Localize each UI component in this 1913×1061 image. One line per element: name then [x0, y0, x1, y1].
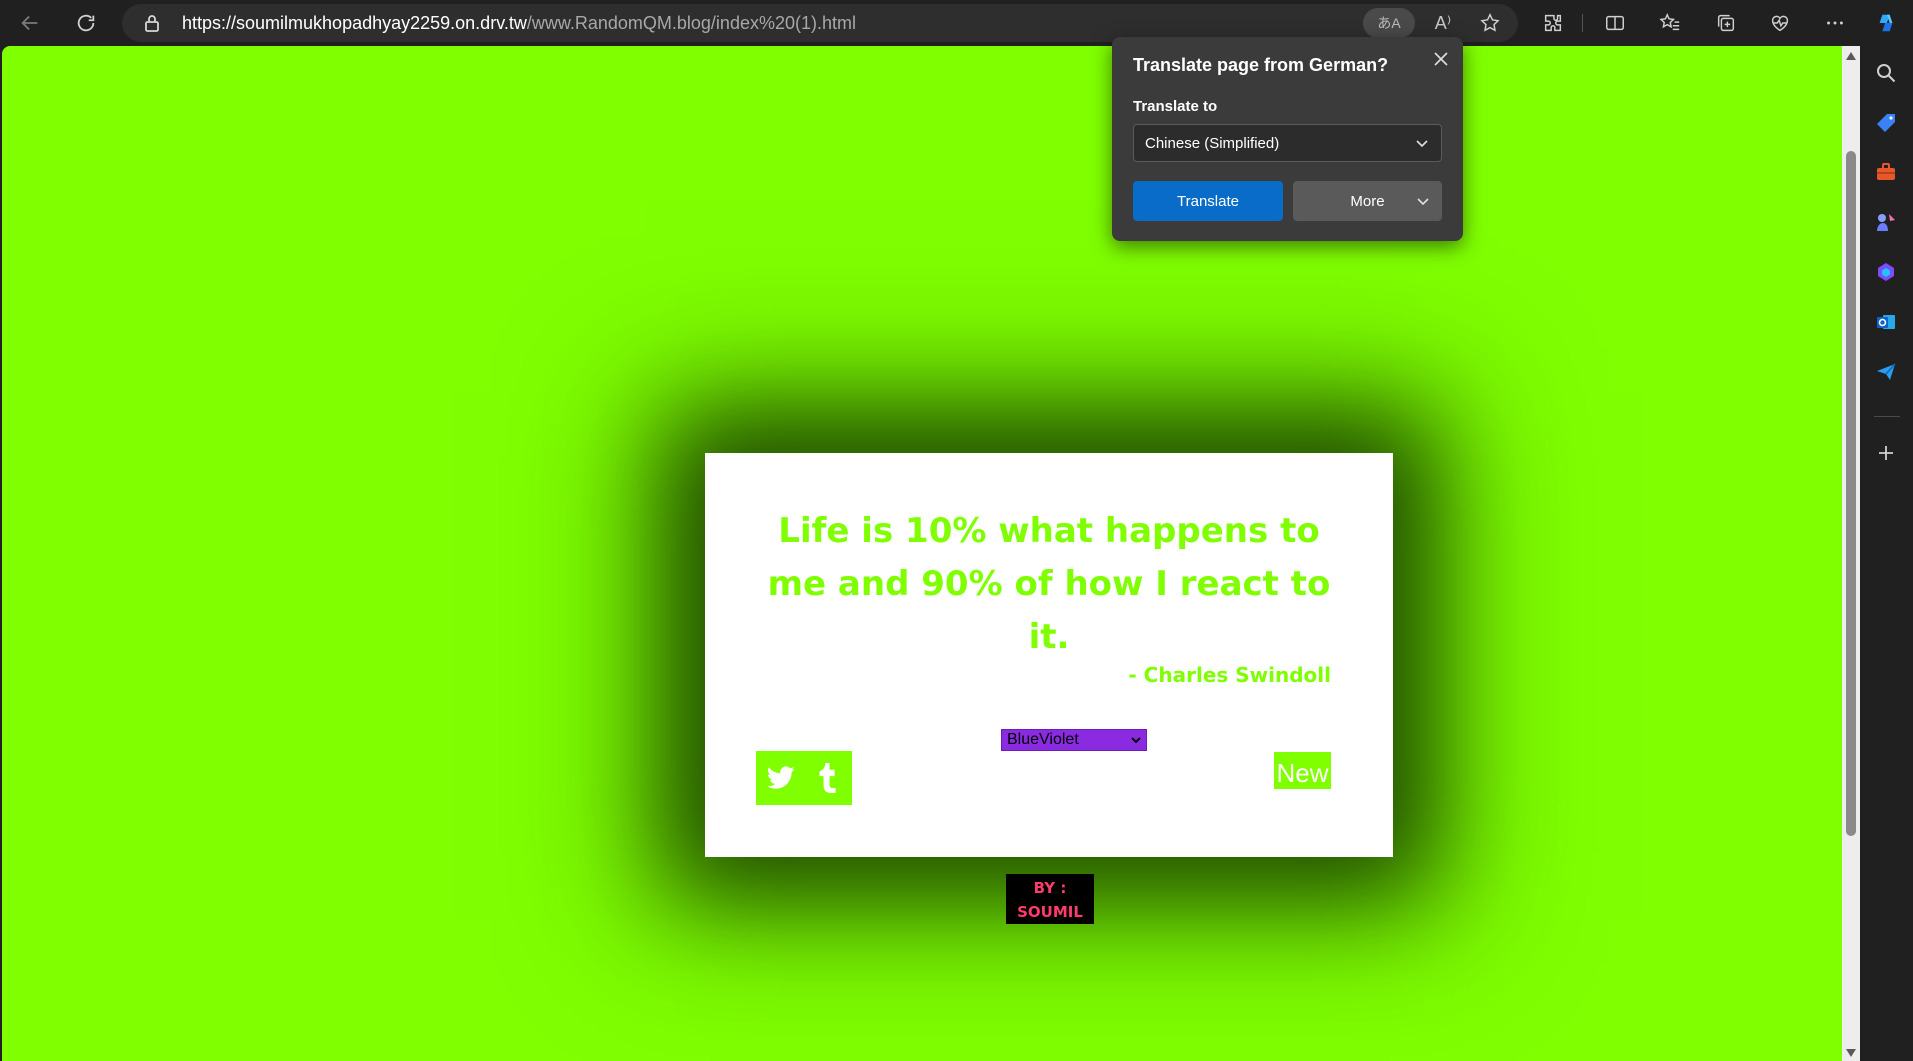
byline-line-2: SOUMIL — [1017, 903, 1083, 921]
color-select[interactable]: BlueViolet — [1001, 729, 1147, 751]
translate-popup: Translate page from German? Translate to… — [1112, 37, 1463, 241]
translate-button[interactable]: Translate — [1133, 181, 1283, 221]
collections-icon[interactable] — [1708, 5, 1744, 41]
quote-box: Life is 10% what happens to me and 90% o… — [705, 453, 1393, 857]
extensions-icon[interactable] — [1535, 5, 1571, 41]
shopping-tag-icon[interactable] — [1873, 110, 1899, 136]
translate-icon[interactable]: あA — [1363, 8, 1415, 38]
refresh-icon[interactable] — [68, 5, 104, 41]
toolbar-divider — [1582, 14, 1583, 32]
twitter-icon — [767, 766, 795, 789]
color-select-value: BlueViolet — [1007, 731, 1079, 748]
read-aloud-icon[interactable]: A⁾ — [1425, 5, 1461, 41]
search-icon[interactable] — [1873, 60, 1899, 86]
language-select[interactable]: Chinese (Simplified) — [1133, 124, 1442, 162]
new-quote-button[interactable]: New — [1274, 752, 1331, 789]
microsoft-365-icon[interactable] — [1873, 259, 1899, 285]
games-icon[interactable] — [1873, 209, 1899, 235]
page-scrollbar[interactable] — [1842, 46, 1860, 1061]
back-icon[interactable] — [12, 5, 48, 41]
outlook-icon[interactable] — [1873, 309, 1899, 335]
close-icon[interactable] — [1429, 47, 1453, 71]
chevron-down-icon — [1417, 198, 1429, 206]
tools-icon[interactable] — [1873, 159, 1899, 185]
twitter-share-button[interactable] — [756, 751, 806, 805]
favorite-star-icon[interactable] — [1472, 5, 1508, 41]
add-icon[interactable] — [1873, 440, 1899, 466]
quote-text: Life is 10% what happens to me and 90% o… — [767, 511, 1331, 657]
chevron-down-icon — [1131, 737, 1141, 744]
sidebar-divider — [1874, 416, 1900, 417]
scroll-thumb[interactable] — [1846, 151, 1856, 836]
more-button-label: More — [1350, 192, 1385, 210]
lock-icon[interactable] — [142, 13, 162, 33]
favorites-icon[interactable] — [1652, 5, 1688, 41]
more-icon[interactable] — [1817, 5, 1853, 41]
more-button[interactable]: More — [1293, 181, 1442, 221]
send-icon[interactable] — [1873, 359, 1899, 385]
byline: BY : SOUMIL — [1006, 874, 1094, 924]
language-select-value: Chinese (Simplified) — [1145, 134, 1280, 152]
byline-line-1: BY : — [1033, 879, 1067, 897]
tumblr-icon — [819, 763, 836, 793]
scroll-down-arrow-icon[interactable] — [1846, 1049, 1856, 1057]
url-text[interactable]: https://soumilmukhopadhyay2259.on.drv.tw… — [182, 13, 856, 34]
translate-to-label: Translate to — [1133, 98, 1218, 115]
scroll-up-arrow-icon[interactable] — [1846, 52, 1856, 60]
popup-title: Translate page from German? — [1133, 55, 1389, 75]
page-viewport: Life is 10% what happens to me and 90% o… — [2, 46, 1842, 1061]
tumblr-share-button[interactable] — [802, 751, 852, 805]
split-screen-icon[interactable] — [1597, 5, 1633, 41]
copilot-icon[interactable] — [1868, 5, 1904, 41]
browser-essentials-icon[interactable] — [1762, 5, 1798, 41]
edge-sidebar — [1860, 46, 1913, 1061]
browser-toolbar: https://soumilmukhopadhyay2259.on.drv.tw… — [0, 0, 1913, 46]
quote-author: - Charles Swindoll — [1128, 663, 1331, 687]
chevron-down-icon — [1416, 140, 1428, 148]
